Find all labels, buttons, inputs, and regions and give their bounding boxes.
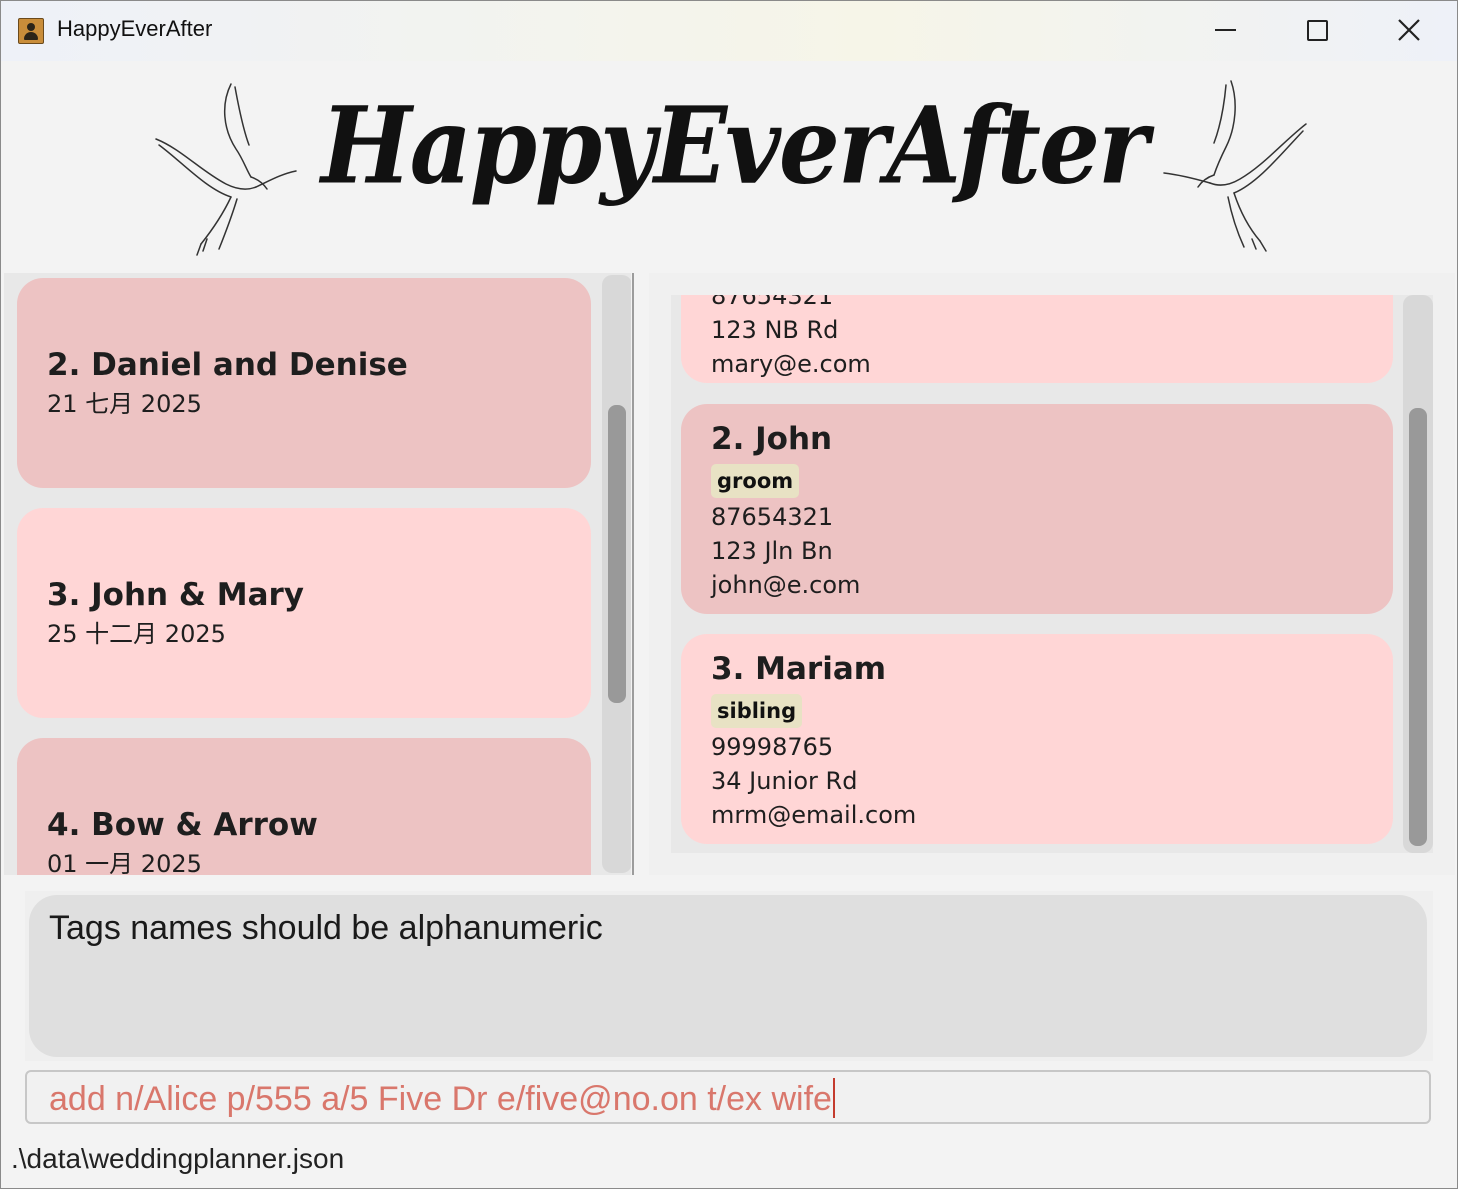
person-address: 123 Jln Bn (711, 537, 833, 565)
scrollbar-thumb[interactable] (1409, 408, 1427, 846)
wedding-date: 25 十二月 2025 (47, 620, 226, 648)
command-input[interactable]: add n/Alice p/555 a/5 Five Dr e/five@no.… (25, 1070, 1431, 1124)
result-message: Tags names should be alphanumeric (49, 909, 603, 947)
person-tag: sibling (711, 694, 803, 728)
wedding-date: 21 七月 2025 (47, 390, 202, 418)
minimize-icon (1215, 29, 1236, 31)
person-list-scrollbar[interactable] (1403, 295, 1433, 853)
person-email: mrm@email.com (711, 801, 917, 829)
person-card[interactable]: 2. John groom 87654321 123 Jln Bn john@e… (681, 404, 1393, 614)
result-display[interactable]: Tags names should be alphanumeric (29, 895, 1427, 1057)
scrollbar-thumb[interactable] (608, 405, 626, 703)
person-list-panel: 87654321 123 NB Rd mary@e.com 2. John gr… (649, 273, 1455, 875)
maximize-icon (1307, 20, 1328, 41)
person-name: 2. John (711, 421, 833, 457)
title-bar: HappyEverAfter (1, 1, 1457, 61)
wedding-card[interactable]: 2. Daniel and Denise 21 七月 2025 (17, 278, 591, 488)
close-button[interactable] (1386, 9, 1432, 53)
window-title: HappyEverAfter (57, 16, 213, 41)
wedding-list-panel[interactable]: 2. Daniel and Denise 21 七月 2025 3. John … (4, 273, 631, 875)
person-tag: groom (711, 464, 800, 498)
minimize-button[interactable] (1202, 9, 1248, 53)
banner-title: HappyEverAfter (321, 83, 1149, 208)
person-phone: 87654321 (711, 295, 834, 310)
panel-divider[interactable] (632, 273, 634, 875)
result-display-panel: Tags names should be alphanumeric (25, 891, 1433, 1061)
app-window: HappyEverAfter HappyEverAfter 2. Daniel … (0, 0, 1458, 1189)
address-book-icon (18, 18, 44, 44)
person-card[interactable]: 87654321 123 NB Rd mary@e.com (681, 295, 1393, 383)
person-card[interactable]: 3. Mariam sibling 99998765 34 Junior Rd … (681, 634, 1393, 844)
person-phone: 99998765 (711, 733, 834, 761)
person-email: john@e.com (711, 571, 861, 599)
wedding-card[interactable]: 4. Bow & Arrow 01 一月 2025 (17, 738, 591, 875)
wedding-name: 3. John & Mary (47, 577, 304, 613)
person-phone: 87654321 (711, 503, 834, 531)
wedding-list-scrollbar[interactable] (602, 275, 631, 873)
banner: HappyEverAfter (1, 61, 1457, 271)
wedding-date: 01 一月 2025 (47, 850, 202, 875)
wedding-name: 2. Daniel and Denise (47, 347, 408, 383)
dove-icon (1163, 80, 1307, 252)
maximize-button[interactable] (1294, 9, 1340, 53)
person-address: 34 Junior Rd (711, 767, 858, 795)
wedding-name: 4. Bow & Arrow (47, 807, 318, 843)
save-file-path: .\data\weddingplanner.json (11, 1143, 345, 1174)
person-name: 3. Mariam (711, 651, 887, 687)
status-bar: .\data\weddingplanner.json (1, 1133, 1457, 1188)
person-address: 123 NB Rd (711, 316, 839, 344)
person-list[interactable]: 87654321 123 NB Rd mary@e.com 2. John gr… (671, 295, 1433, 853)
dove-icon (155, 83, 297, 256)
wedding-card[interactable]: 3. John & Mary 25 十二月 2025 (17, 508, 591, 718)
text-caret (832, 1078, 835, 1118)
command-text: add n/Alice p/555 a/5 Five Dr e/five@no.… (49, 1080, 832, 1118)
close-icon (1398, 19, 1420, 41)
person-email: mary@e.com (711, 350, 871, 378)
